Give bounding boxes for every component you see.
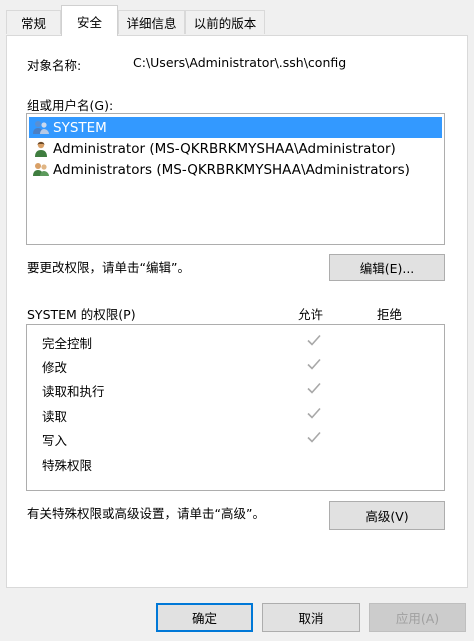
- edit-button[interactable]: 编辑(E)...: [329, 254, 445, 281]
- table-row: 读取: [27, 402, 444, 426]
- table-row: 修改: [27, 353, 444, 377]
- list-item-administrator[interactable]: Administrator (MS-QKRBRKMYSHAA\Administr…: [29, 138, 442, 159]
- ok-button[interactable]: 确定: [156, 603, 253, 632]
- tab-details[interactable]: 详细信息: [118, 10, 185, 34]
- tab-previous-versions-label: 以前的版本: [193, 16, 257, 31]
- permissions-table: 完全控制 修改 读取和执行 读取 写入 特殊权限: [26, 324, 445, 491]
- apply-button[interactable]: 应用(A): [369, 603, 466, 632]
- cancel-button[interactable]: 取消: [262, 603, 360, 632]
- tab-general[interactable]: 常规: [6, 10, 61, 34]
- permission-name: 读取和执行: [42, 384, 105, 399]
- tab-security[interactable]: 安全: [61, 5, 118, 36]
- list-item-system[interactable]: SYSTEM: [29, 117, 442, 138]
- edit-hint: 要更改权限，请单击“编辑”。: [27, 260, 190, 275]
- permission-name: 特殊权限: [42, 458, 93, 473]
- checkmark-icon: [307, 382, 321, 394]
- permission-name: 完全控制: [42, 336, 93, 351]
- tab-previous-versions[interactable]: 以前的版本: [185, 10, 265, 34]
- checkmark-icon: [307, 407, 321, 419]
- permission-name: 读取: [42, 409, 68, 424]
- users-group-icon: [33, 120, 49, 134]
- checkmark-icon: [307, 358, 321, 370]
- checkmark-icon: [307, 431, 321, 443]
- groups-label: 组或用户名(G):: [27, 98, 114, 113]
- groups-listbox[interactable]: SYSTEM Administrator (MS-QKRBRKMYSHAA\Ad…: [26, 113, 445, 245]
- advanced-hint: 有关特殊权限或高级设置，请单击“高级”。: [27, 506, 265, 521]
- object-name-label: 对象名称:: [27, 58, 82, 73]
- checkmark-icon: [307, 334, 321, 346]
- table-row: 写入: [27, 426, 444, 450]
- deny-header: 拒绝: [377, 307, 403, 322]
- tab-general-label: 常规: [20, 16, 46, 31]
- list-item-label: SYSTEM: [53, 119, 107, 136]
- list-item-administrators[interactable]: Administrators (MS-QKRBRKMYSHAA\Administ…: [29, 159, 442, 180]
- users-group-icon: [33, 162, 49, 176]
- list-item-label: Administrator (MS-QKRBRKMYSHAA\Administr…: [53, 140, 396, 157]
- permission-name: 修改: [42, 360, 68, 375]
- tab-bar: 常规 安全 详细信息 以前的版本: [0, 0, 474, 36]
- allow-header: 允许: [298, 307, 324, 322]
- tab-details-label: 详细信息: [126, 16, 177, 31]
- permission-name: 写入: [42, 433, 68, 448]
- permissions-title: SYSTEM 的权限(P): [27, 307, 136, 322]
- table-row: 特殊权限: [27, 451, 444, 475]
- user-icon: [35, 141, 47, 157]
- table-row: 读取和执行: [27, 377, 444, 401]
- object-name-value: C:\Users\Administrator\.ssh\config: [133, 55, 347, 70]
- table-row: 完全控制: [27, 329, 444, 353]
- list-item-label: Administrators (MS-QKRBRKMYSHAA\Administ…: [53, 161, 410, 178]
- tab-security-label: 安全: [76, 14, 102, 30]
- advanced-button[interactable]: 高级(V): [329, 501, 445, 530]
